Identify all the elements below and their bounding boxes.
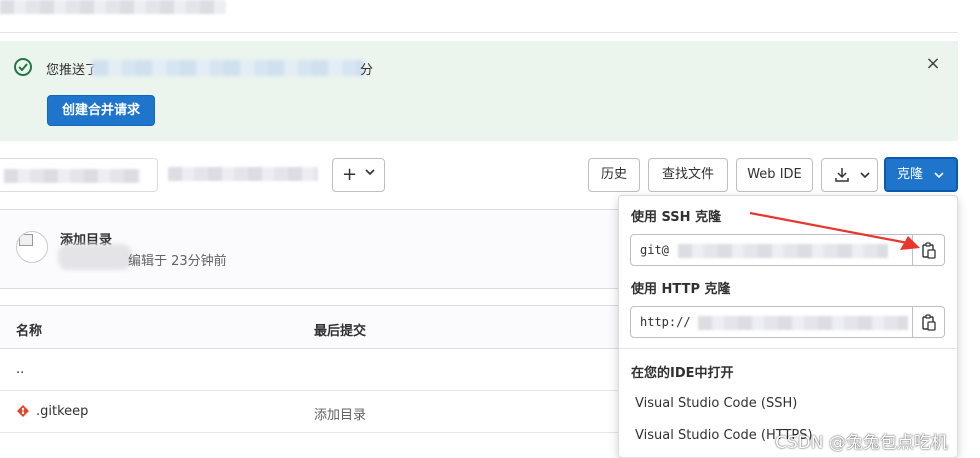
- header-divider: [0, 32, 958, 33]
- download-button[interactable]: [821, 158, 878, 192]
- redacted-breadcrumb-path: [168, 167, 318, 181]
- history-button[interactable]: 历史: [588, 158, 640, 192]
- table-row[interactable]: ..: [0, 349, 630, 391]
- add-menu-button[interactable]: +: [332, 158, 385, 192]
- alert-message-suffix: 分: [360, 63, 374, 78]
- file-name-link[interactable]: .gitkeep: [36, 404, 88, 419]
- watermark: CSDN @兔兔包点吃机: [775, 433, 948, 453]
- chevron-down-icon: [365, 169, 375, 176]
- clone-button[interactable]: 克隆: [884, 157, 958, 192]
- open-vscode-ssh-item[interactable]: Visual Studio Code (SSH): [635, 396, 797, 411]
- commit-meta: 编辑于 23分钟前: [128, 254, 227, 269]
- file-name-link[interactable]: ..: [16, 362, 24, 377]
- chevron-down-icon: [860, 172, 870, 179]
- column-header-last-commit: 最后提交: [314, 324, 367, 339]
- ssh-clone-label: 使用 SSH 克隆: [631, 210, 722, 225]
- close-icon[interactable]: ×: [925, 55, 941, 73]
- alert-message-prefix: 您推送了: [46, 63, 99, 78]
- download-icon: [835, 168, 849, 182]
- plus-icon: +: [342, 164, 358, 185]
- check-circle-icon: [14, 58, 32, 76]
- redacted-branch-label: [4, 169, 140, 183]
- chevron-down-icon: [934, 172, 944, 179]
- redacted-ssh-url: [678, 244, 888, 258]
- find-file-button[interactable]: 查找文件: [648, 158, 728, 192]
- redacted-branch-name: [92, 60, 364, 76]
- column-header-name: 名称: [16, 324, 43, 339]
- clone-dropdown: 使用 SSH 克隆 git@ 使用 HTTP 克隆 http:// 在您的IDE…: [618, 195, 958, 458]
- table-header: 名称 最后提交: [0, 306, 630, 349]
- redacted-header-text: [0, 0, 226, 14]
- copy-to-clipboard-icon: [922, 242, 936, 259]
- copy-http-url-button[interactable]: [913, 306, 945, 338]
- git-file-icon: [17, 405, 29, 417]
- clone-button-label: 克隆: [897, 167, 924, 182]
- redacted-commit-author: [58, 244, 132, 270]
- file-table: 名称 最后提交 .. .gitkeep 添加目录: [0, 305, 630, 434]
- file-last-commit[interactable]: 添加目录: [314, 404, 366, 423]
- broken-image-icon: [19, 234, 33, 246]
- branch-selector[interactable]: [0, 158, 158, 192]
- copy-to-clipboard-icon: [922, 314, 936, 331]
- table-row[interactable]: .gitkeep 添加目录: [0, 391, 630, 433]
- http-url-text: http://: [640, 315, 691, 329]
- ssh-url-field[interactable]: git@: [630, 234, 913, 266]
- push-alert: [0, 41, 958, 141]
- http-url-field[interactable]: http://: [630, 306, 913, 338]
- http-clone-label: 使用 HTTP 克隆: [631, 282, 731, 297]
- open-in-ide-label: 在您的IDE中打开: [631, 366, 734, 381]
- dropdown-divider: [619, 348, 957, 349]
- create-merge-request-button[interactable]: 创建合并请求: [47, 95, 155, 126]
- web-ide-button[interactable]: Web IDE: [736, 158, 813, 192]
- ssh-url-text: git@: [640, 243, 669, 257]
- redacted-http-url: [698, 316, 908, 330]
- avatar[interactable]: [16, 231, 48, 263]
- copy-ssh-url-button[interactable]: [913, 234, 945, 266]
